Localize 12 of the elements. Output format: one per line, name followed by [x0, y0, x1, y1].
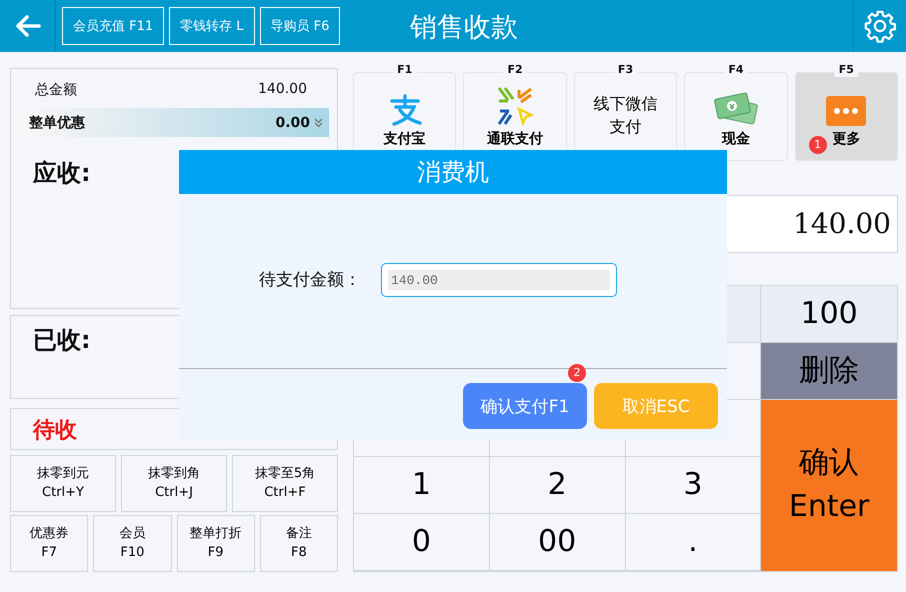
total-value: 140.00	[258, 81, 307, 99]
page-title: 销售收款	[410, 11, 518, 45]
total-label: 总金额	[35, 81, 77, 99]
receivable-label: 应收:	[33, 158, 92, 189]
amount-value: 140.00	[793, 207, 891, 240]
notification-badge: 2	[568, 364, 586, 382]
discount-value: 0.00	[275, 114, 310, 130]
shortcut-label: F5	[834, 63, 858, 77]
received-label: 已收:	[33, 324, 91, 356]
pending-label: 待收	[33, 418, 77, 444]
field-label: 待支付金额：	[259, 269, 361, 291]
discount-label: 整单优惠	[29, 114, 85, 132]
